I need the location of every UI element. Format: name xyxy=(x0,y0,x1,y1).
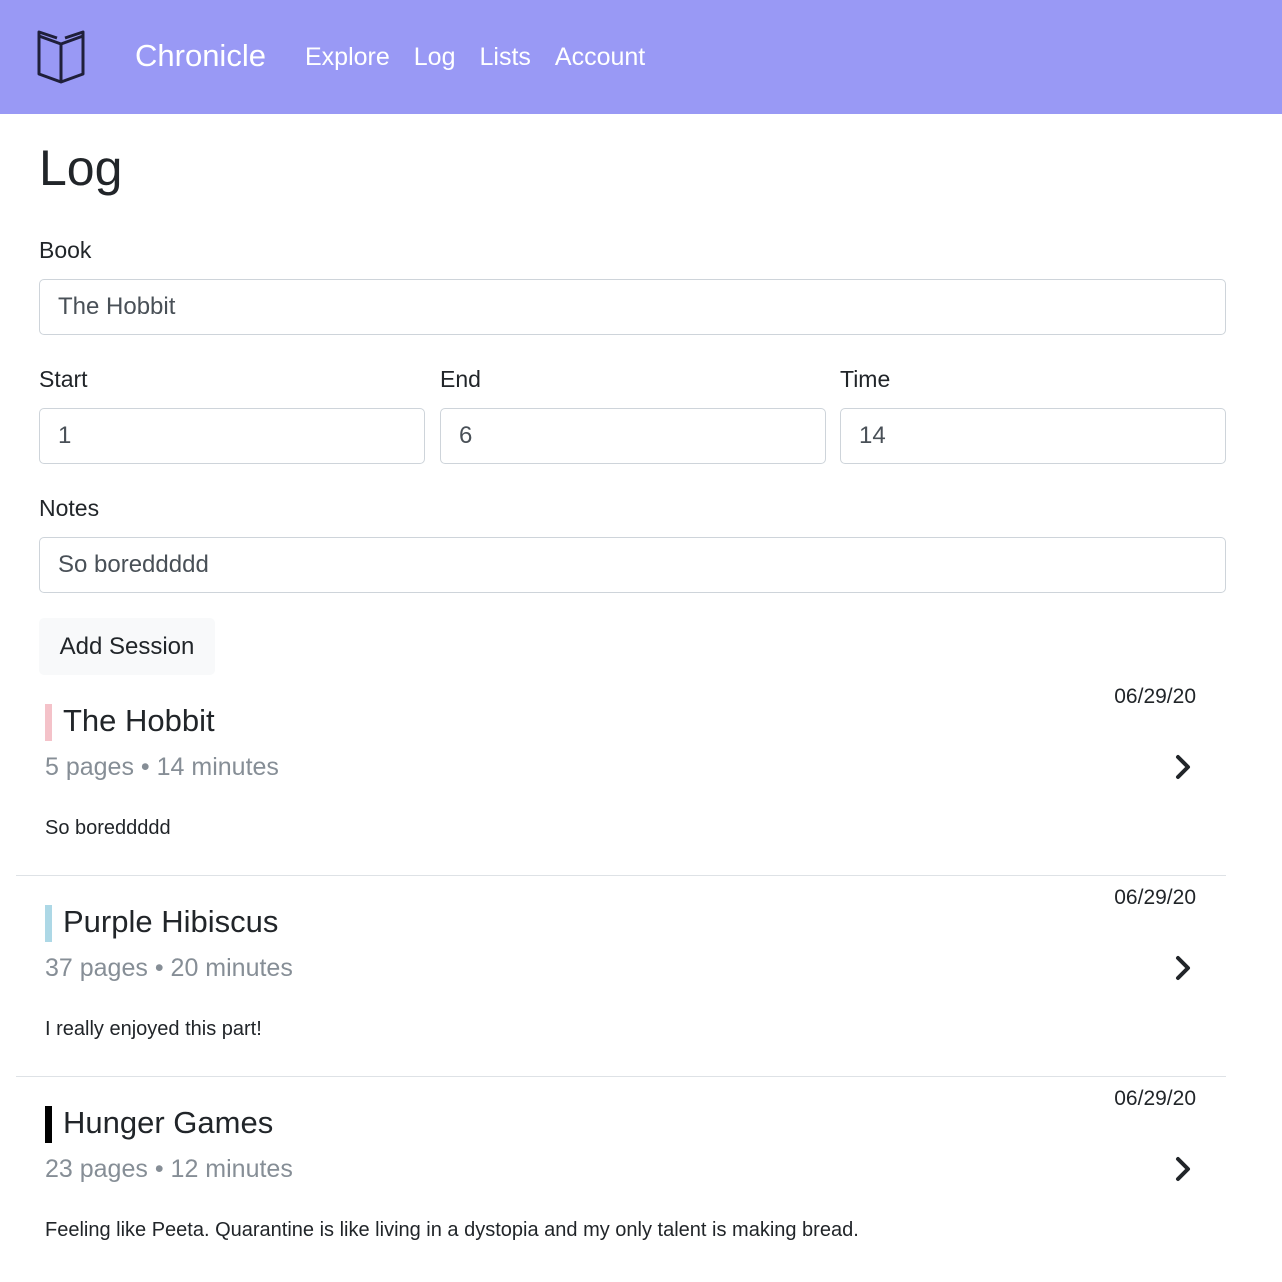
page-title: Log xyxy=(39,140,123,196)
notes-input[interactable] xyxy=(39,537,1226,593)
book-icon[interactable] xyxy=(35,30,87,84)
session-card[interactable]: Hunger Games 23 pages • 12 minutes 06/29… xyxy=(16,1077,1226,1278)
session-pages: 37 pages xyxy=(45,954,148,982)
session-date: 06/29/20 xyxy=(1114,1087,1196,1110)
book-color-bar xyxy=(45,704,52,741)
session-separator: • xyxy=(154,1155,164,1183)
start-input[interactable] xyxy=(39,408,425,464)
session-separator: • xyxy=(140,753,150,781)
session-book-title: The Hobbit xyxy=(63,703,215,738)
time-input[interactable] xyxy=(840,408,1226,464)
book-input[interactable] xyxy=(39,279,1226,335)
book-label: Book xyxy=(39,237,92,263)
chevron-right-icon[interactable] xyxy=(1172,954,1196,982)
session-minutes: 20 minutes xyxy=(170,954,293,982)
session-book-title: Hunger Games xyxy=(63,1105,274,1140)
book-color-bar xyxy=(45,1106,52,1143)
session-book-title: Purple Hibiscus xyxy=(63,904,279,939)
time-label: Time xyxy=(840,366,891,392)
session-card[interactable]: The Hobbit 5 pages • 14 minutes 06/29/20… xyxy=(16,675,1226,876)
session-card[interactable]: Purple Hibiscus 37 pages • 20 minutes 06… xyxy=(16,876,1226,1077)
session-pages: 5 pages xyxy=(45,753,134,781)
navbar: Chronicle Explore Log Lists Account xyxy=(0,0,1282,114)
add-session-button[interactable]: Add Session xyxy=(39,618,215,675)
session-date: 06/29/20 xyxy=(1114,685,1196,708)
session-minutes: 14 minutes xyxy=(156,753,279,781)
session-stats: 23 pages • 12 minutes xyxy=(45,1153,293,1185)
book-color-bar xyxy=(45,905,52,942)
start-label: Start xyxy=(39,366,88,392)
session-separator: • xyxy=(154,954,164,982)
end-label: End xyxy=(440,366,481,392)
nav-lists[interactable]: Lists xyxy=(479,40,530,74)
session-note: I really enjoyed this part! xyxy=(45,1018,262,1040)
nav-account[interactable]: Account xyxy=(555,40,645,74)
session-note: Feeling like Peeta. Quarantine is like l… xyxy=(45,1219,859,1241)
chevron-right-icon[interactable] xyxy=(1172,1155,1196,1183)
session-pages: 23 pages xyxy=(45,1155,148,1183)
session-date: 06/29/20 xyxy=(1114,886,1196,909)
session-stats: 37 pages • 20 minutes xyxy=(45,952,293,984)
session-stats: 5 pages • 14 minutes xyxy=(45,751,279,783)
session-minutes: 12 minutes xyxy=(170,1155,293,1183)
end-input[interactable] xyxy=(440,408,826,464)
main-nav: Explore Log Lists Account xyxy=(305,40,669,74)
chevron-right-icon[interactable] xyxy=(1172,753,1196,781)
notes-label: Notes xyxy=(39,495,100,521)
session-note: So boreddddd xyxy=(45,817,171,839)
nav-explore[interactable]: Explore xyxy=(305,40,390,74)
nav-log[interactable]: Log xyxy=(414,40,456,74)
brand-name[interactable]: Chronicle xyxy=(135,36,266,76)
